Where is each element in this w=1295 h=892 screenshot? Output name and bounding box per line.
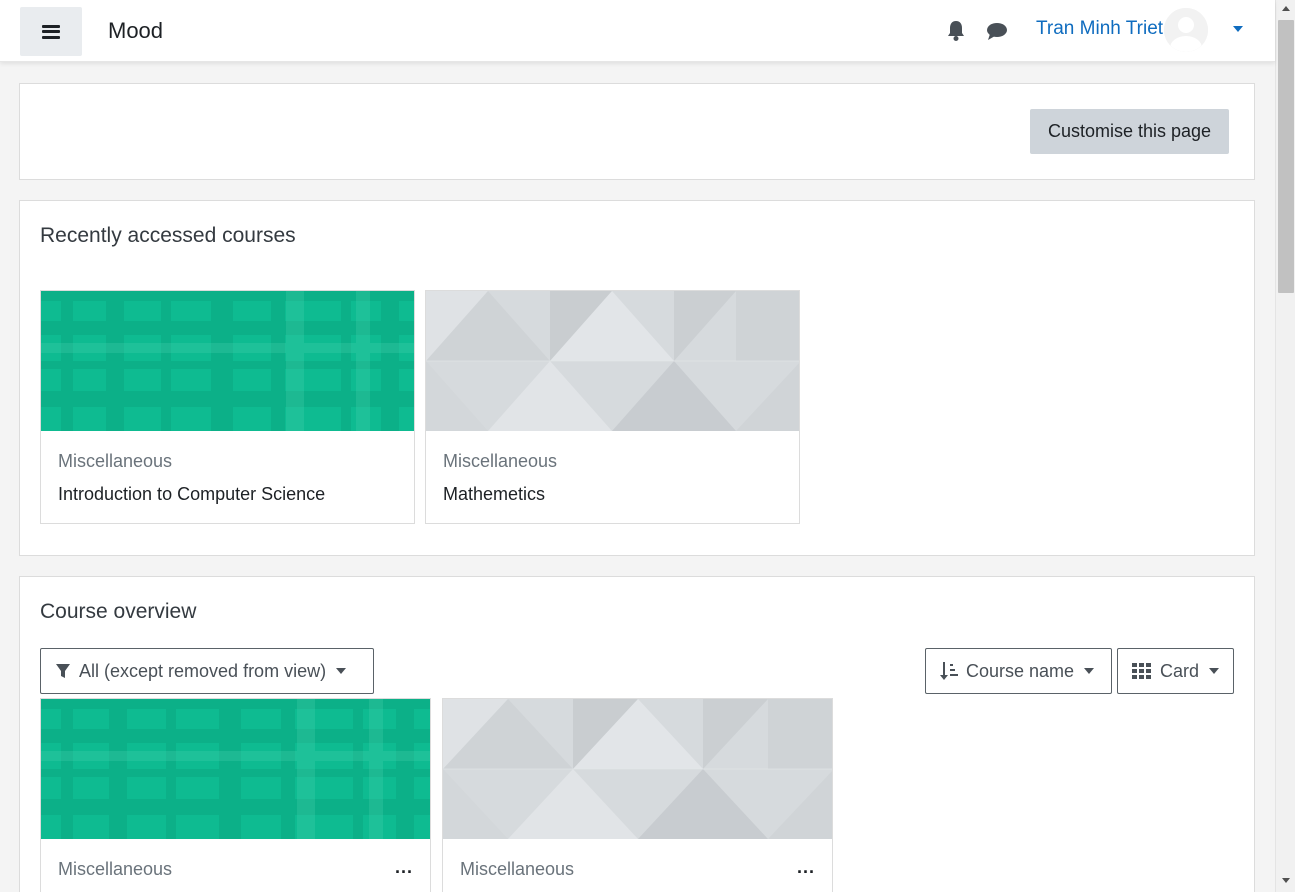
page-header-panel: Customise this page [19,83,1255,180]
course-image[interactable] [41,291,414,431]
sort-icon [940,661,958,681]
course-category: Miscellaneous [58,451,173,471]
caret-down-icon [336,668,347,674]
filter-label: All (except removed from view) [79,660,327,681]
course-category: Miscellaneous [460,859,575,879]
scroll-up-arrow-icon[interactable] [1282,6,1290,11]
course-actions-menu-button[interactable]: ... [797,857,815,878]
course-image[interactable] [426,291,799,431]
site-brand[interactable]: Mood [108,18,163,44]
chat-icon[interactable] [986,22,1008,42]
view-label: Card [1160,660,1200,681]
overview-course-card[interactable]: Miscellaneous ... [40,698,431,892]
grid-icon [1132,663,1152,679]
user-menu-name[interactable]: Tran Minh Triet [1036,18,1163,40]
page-scrollbar[interactable] [1275,0,1295,892]
scroll-thumb[interactable] [1278,20,1294,293]
sort-dropdown[interactable]: Course name [925,648,1112,694]
course-actions-menu-button[interactable]: ... [395,857,413,878]
course-overview-block: Course overview All (except removed from… [19,576,1255,892]
bell-icon[interactable] [946,20,966,42]
bars-icon [42,24,60,39]
filter-icon [55,663,71,679]
recent-courses-block: Recently accessed courses Miscellaneous … [19,200,1255,556]
course-image[interactable] [443,699,832,839]
caret-down-icon [1209,668,1220,674]
caret-down-icon[interactable] [1233,26,1243,32]
view-dropdown[interactable]: Card [1117,648,1234,694]
nav-drawer-toggle-button[interactable] [20,7,82,56]
course-category: Miscellaneous [443,451,558,471]
course-image[interactable] [41,699,430,839]
course-category: Miscellaneous [58,859,173,879]
recent-course-card[interactable]: Miscellaneous Introduction to Computer S… [40,290,415,524]
recent-courses-title: Recently accessed courses [40,224,296,247]
scroll-down-arrow-icon[interactable] [1282,878,1290,883]
grouping-filter-dropdown[interactable]: All (except removed from view) [40,648,374,694]
recent-course-card[interactable]: Miscellaneous Mathemetics [425,290,800,524]
avatar[interactable] [1164,8,1208,52]
navbar: Mood Tran Minh Triet [0,0,1275,62]
course-overview-title: Course overview [40,600,197,623]
sort-label: Course name [966,660,1075,681]
overview-course-card[interactable]: Miscellaneous ... [442,698,833,892]
course-name-link[interactable]: Introduction to Computer Science [58,484,325,505]
course-name-link[interactable]: Mathemetics [443,484,545,505]
caret-down-icon [1084,668,1095,674]
customise-page-button[interactable]: Customise this page [1030,109,1229,154]
